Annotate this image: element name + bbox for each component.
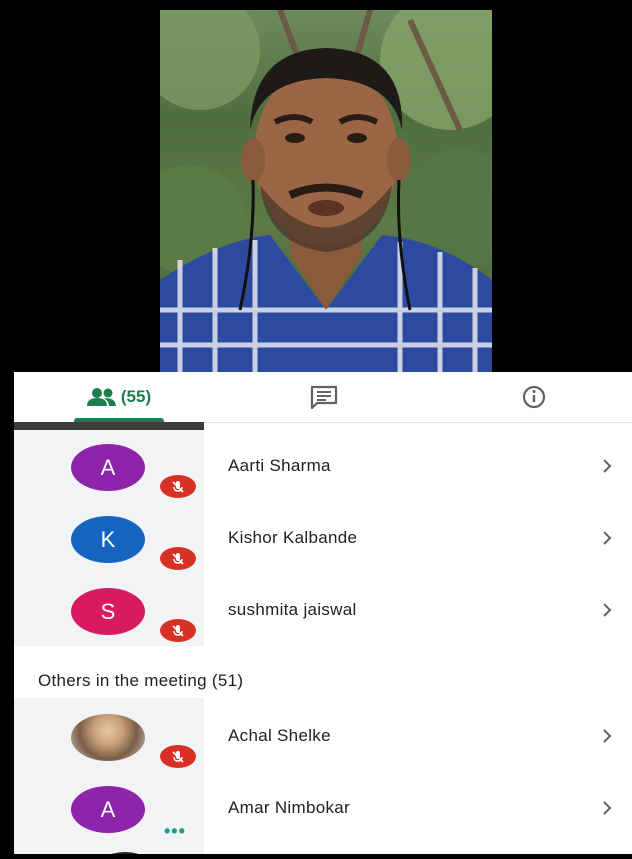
participant-name: Aarti Sharma bbox=[228, 456, 331, 475]
avatar: A bbox=[71, 444, 145, 491]
tab-people[interactable]: (55) bbox=[59, 372, 179, 422]
participant-row[interactable]: S sushmita jaiswal bbox=[14, 574, 632, 646]
chevron-right-icon[interactable] bbox=[602, 574, 612, 646]
panel-tabs: (55) bbox=[14, 372, 632, 423]
video-frame-illustration bbox=[160, 10, 492, 372]
chevron-right-icon[interactable] bbox=[602, 772, 612, 844]
chevron-right-icon[interactable] bbox=[602, 430, 612, 502]
participant-row[interactable]: Achal Shelke bbox=[14, 700, 632, 772]
avatar: A bbox=[71, 786, 145, 833]
info-icon bbox=[522, 385, 546, 409]
avatar-photo bbox=[71, 714, 145, 761]
speaking-dots-icon: ••• bbox=[164, 821, 186, 841]
participant-name: Kishor Kalbande bbox=[228, 528, 358, 547]
mic-off-icon bbox=[160, 475, 196, 498]
participant-name: Amar Nimbokar bbox=[228, 798, 350, 817]
participant-name: sushmita jaiswal bbox=[228, 600, 357, 619]
people-icon bbox=[86, 388, 116, 406]
participant-row[interactable]: A Aarti Sharma bbox=[14, 430, 632, 502]
tab-info[interactable] bbox=[504, 372, 564, 422]
mic-off-icon bbox=[160, 619, 196, 642]
participant-row[interactable]: K Kishor Kalbande bbox=[14, 502, 632, 574]
chevron-right-icon[interactable] bbox=[602, 700, 612, 772]
avatar: S bbox=[71, 588, 145, 635]
participant-name: Achal Shelke bbox=[228, 726, 331, 745]
chat-icon bbox=[310, 385, 338, 409]
participant-row[interactable]: A ••• Amar Nimbokar bbox=[14, 772, 632, 844]
chevron-right-icon[interactable] bbox=[602, 502, 612, 574]
tab-chat[interactable] bbox=[294, 372, 354, 422]
people-count: (55) bbox=[120, 387, 152, 406]
participants-panel: (55) A Aarti Sharma K Kishor Kalbande S … bbox=[14, 372, 632, 854]
others-section-header: Others in the meeting (51) bbox=[38, 671, 244, 690]
list-scroll-edge bbox=[14, 422, 204, 430]
video-area bbox=[0, 0, 632, 372]
mic-off-icon bbox=[160, 547, 196, 570]
mic-off-icon bbox=[160, 745, 196, 768]
avatar: K bbox=[71, 516, 145, 563]
participant-video[interactable] bbox=[160, 10, 492, 372]
